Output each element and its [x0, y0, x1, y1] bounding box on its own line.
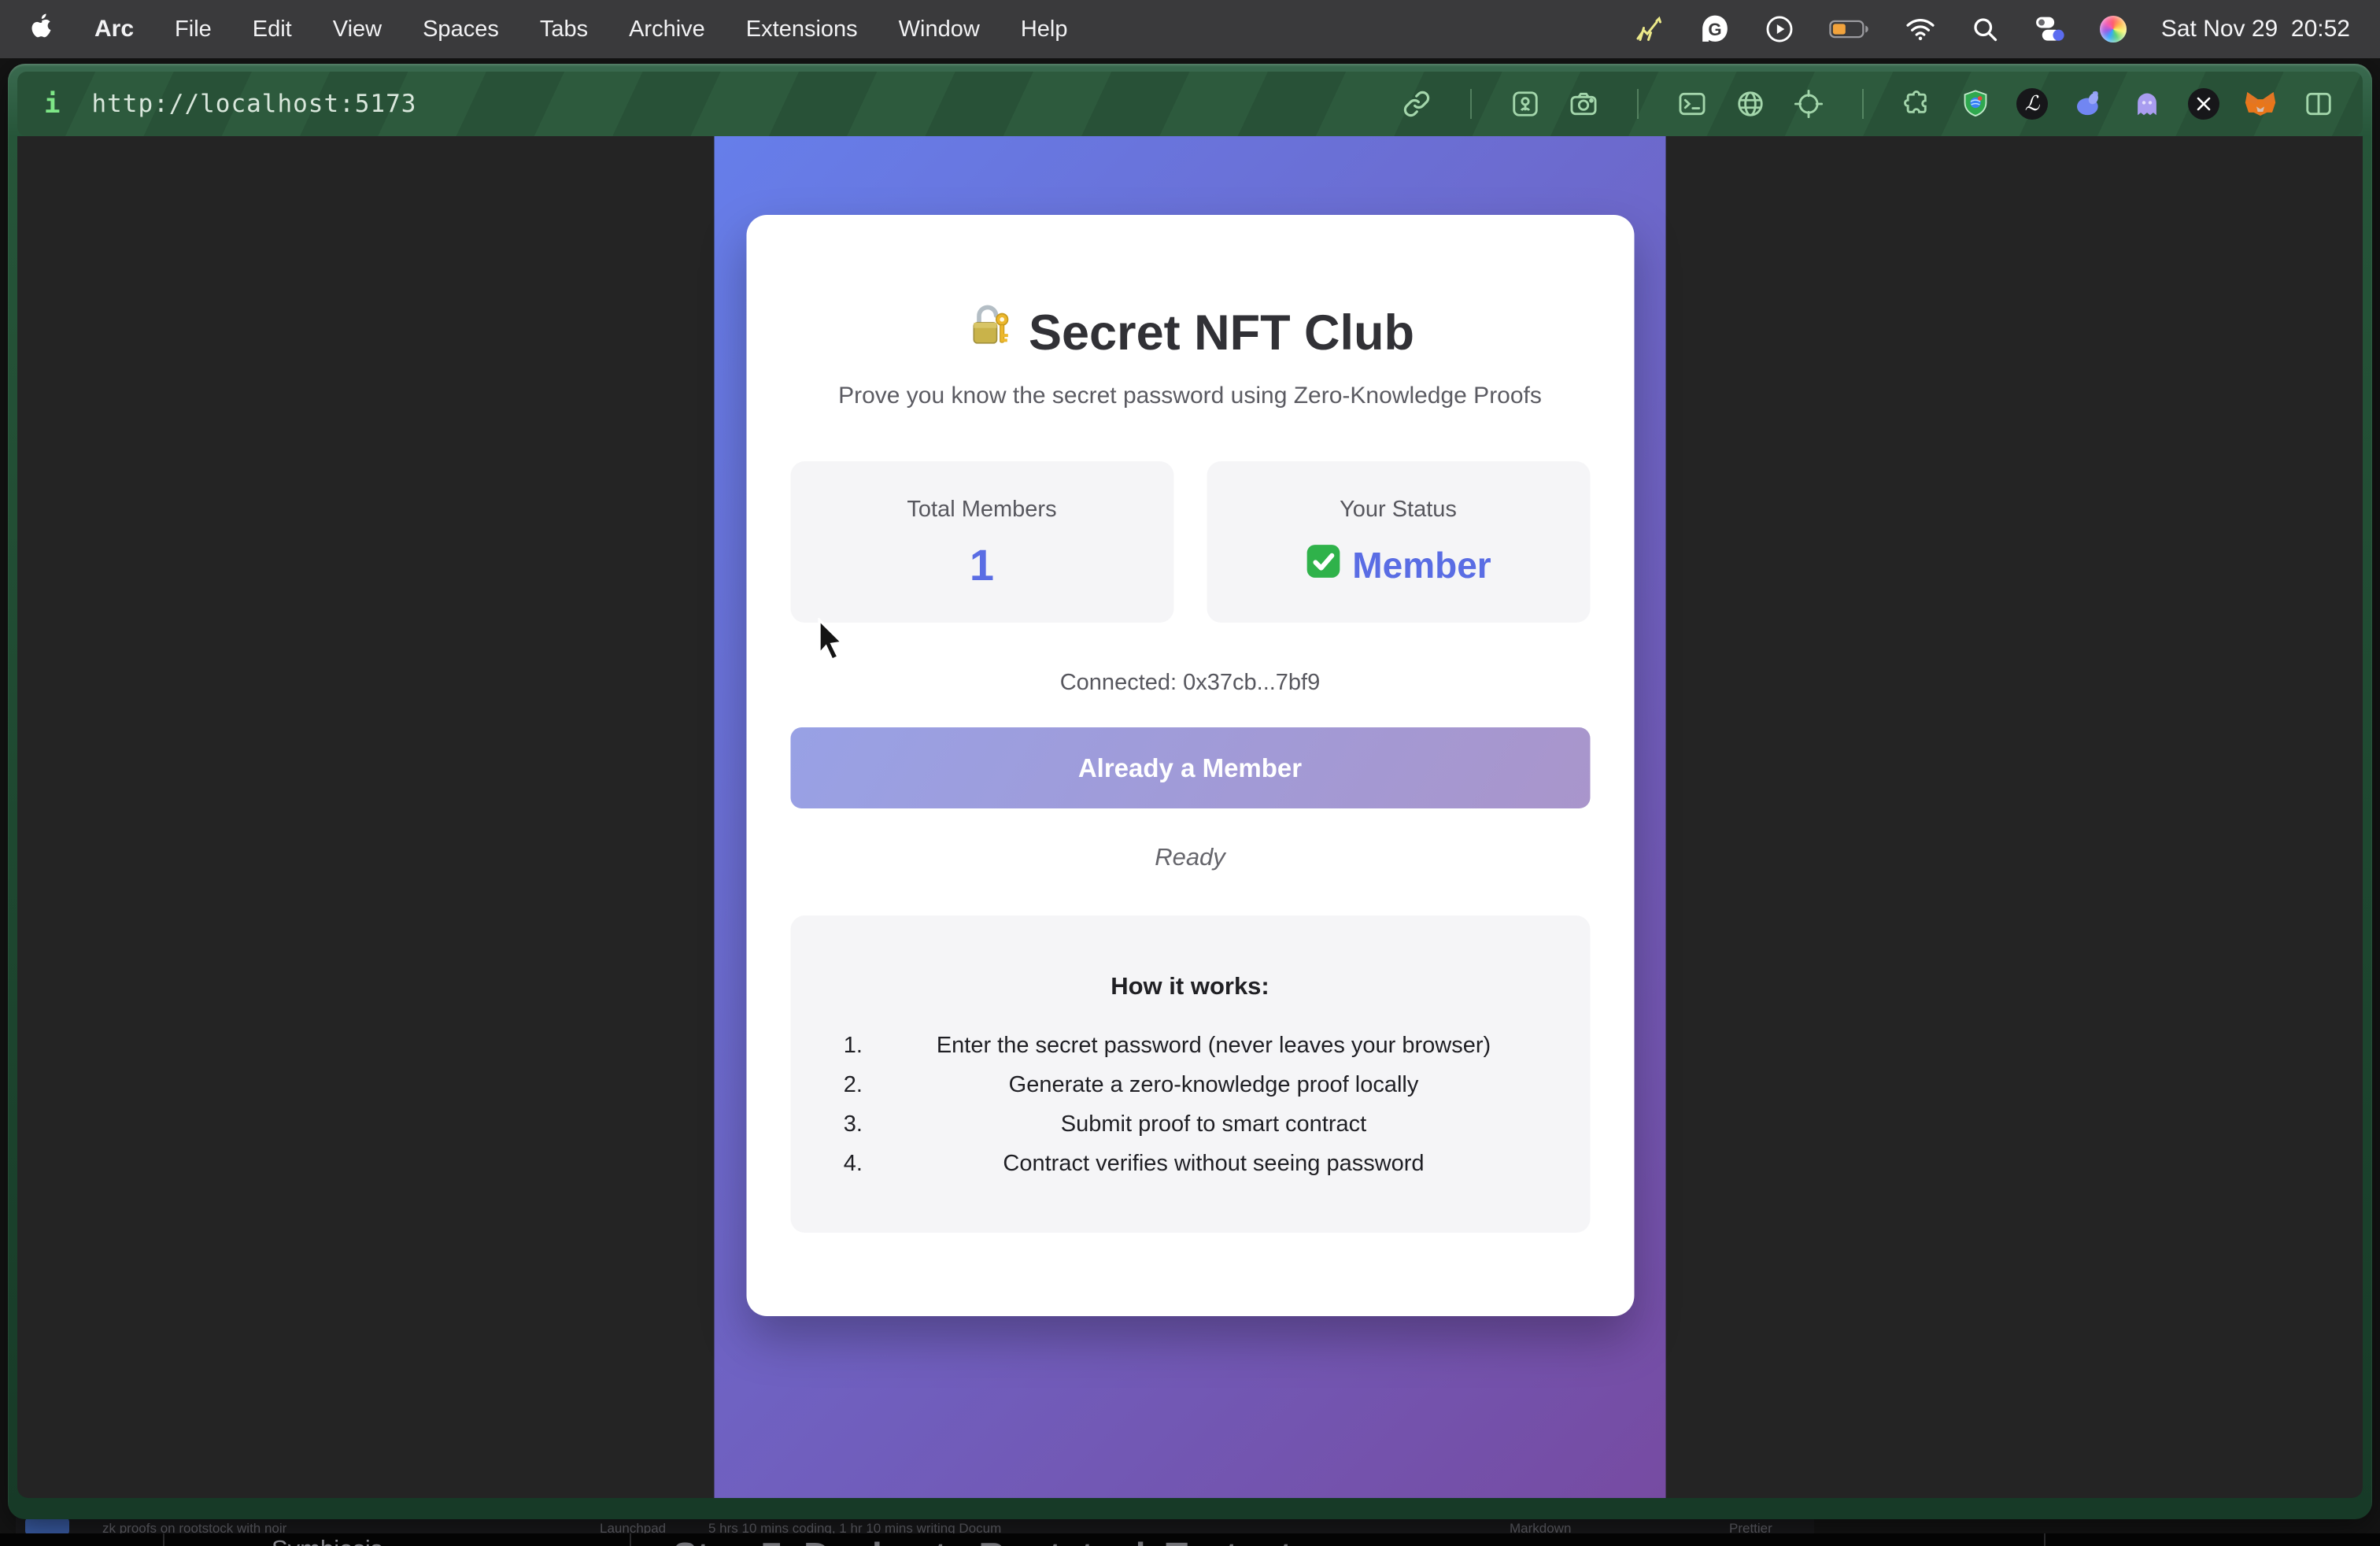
arc-browser-window: i http://localhost:5173	[8, 64, 2372, 1519]
scribe-icon[interactable]: ℒ	[2016, 88, 2048, 120]
menu-app-name[interactable]: Arc	[94, 16, 134, 43]
apple-logo-icon[interactable]	[30, 12, 54, 46]
url-text[interactable]: http://localhost:5173	[91, 90, 416, 118]
how-step-4: Contract verifies without seeing passwor…	[869, 1152, 1558, 1175]
terminal-icon[interactable]	[1675, 87, 1709, 121]
vscode-activity-badge	[25, 1518, 69, 1535]
your-status-box: Your Status Member	[1207, 461, 1590, 623]
x-app-icon[interactable]	[2188, 88, 2219, 120]
status-text: Ready	[746, 843, 1634, 871]
stats-row: Total Members 1 Your Status Member	[746, 461, 1634, 623]
menu-bar-clock[interactable]: Sat Nov 29 20:52	[2161, 16, 2350, 43]
your-status-value: Member	[1352, 544, 1491, 586]
macos-menu-bar: Arc File Edit View Spaces Tabs Archive E…	[0, 0, 2380, 58]
your-status-label: Your Status	[1340, 497, 1457, 523]
metamask-fox-icon[interactable]	[2243, 87, 2278, 121]
doc-heading: Step 7: Deploy to Rootstock Testnet	[673, 1534, 1292, 1546]
siri-icon[interactable]	[2100, 16, 2127, 43]
menu-window[interactable]: Window	[899, 17, 980, 43]
total-members-box: Total Members 1	[790, 461, 1173, 623]
adguard-shield-icon[interactable]	[1958, 87, 1993, 121]
copy-link-icon[interactable]	[1399, 87, 1434, 121]
total-members-value: 1	[970, 543, 994, 587]
page-subtitle: Prove you know the secret password using…	[746, 383, 1634, 409]
battery-icon[interactable]	[1829, 17, 1870, 41]
target-icon[interactable]	[1791, 87, 1826, 121]
site-info-icon[interactable]: i	[44, 88, 60, 120]
extensions-puzzle-icon[interactable]	[1900, 87, 1935, 121]
how-it-works-box: How it works: Enter the secret password …	[790, 915, 1590, 1233]
menu-edit[interactable]: Edit	[253, 17, 292, 43]
menu-spaces[interactable]: Spaces	[423, 17, 499, 43]
how-step-3: Submit proof to smart contract	[869, 1112, 1558, 1136]
control-center-icon[interactable]	[2034, 14, 2065, 44]
screenshot-camera-icon[interactable]	[1566, 87, 1601, 121]
menu-extensions[interactable]: Extensions	[746, 17, 858, 43]
desktop-screen: Arc File Edit View Spaces Tabs Archive E…	[0, 0, 2380, 1546]
stocks-sparkline-icon[interactable]	[1634, 15, 1665, 43]
doc-sidebar-item: Symbiosis	[272, 1535, 382, 1546]
browser-viewport: Secret NFT Club Prove you know the secre…	[17, 136, 2363, 1498]
wifi-icon[interactable]	[1905, 17, 1936, 42]
ghost-icon[interactable]	[2130, 87, 2164, 121]
globe-icon[interactable]	[1733, 87, 1768, 121]
how-step-2: Generate a zero-knowledge proof locally	[869, 1073, 1558, 1097]
url-bar[interactable]: i http://localhost:5173	[17, 72, 2363, 136]
page-gradient-background: Secret NFT Club Prove you know the secre…	[715, 136, 1666, 1498]
page-title-text: Secret NFT Club	[1029, 305, 1414, 361]
rabbit-icon[interactable]	[2071, 87, 2106, 121]
split-view-icon[interactable]	[2301, 87, 2336, 121]
menu-help[interactable]: Help	[1021, 17, 1068, 43]
total-members-label: Total Members	[907, 497, 1056, 523]
mouse-cursor	[812, 618, 847, 671]
secret-nft-club-card: Secret NFT Club Prove you know the secre…	[746, 215, 1634, 1316]
menu-file[interactable]: File	[175, 17, 212, 43]
play-circle-icon[interactable]	[1765, 14, 1794, 44]
background-doc-window: Symbiosis Step 7: Deploy to Rootstock Te…	[0, 1533, 2380, 1546]
how-it-works-heading: How it works:	[822, 972, 1558, 1000]
page-title: Secret NFT Club	[746, 303, 1634, 362]
boost-icon[interactable]	[1508, 87, 1543, 121]
how-it-works-list: Enter the secret password (never leaves …	[822, 1034, 1558, 1175]
grammarly-icon[interactable]: G	[1700, 14, 1730, 44]
menu-view[interactable]: View	[333, 17, 382, 43]
menu-tabs[interactable]: Tabs	[540, 17, 588, 43]
spotlight-search-icon[interactable]	[1971, 15, 1999, 43]
menu-archive[interactable]: Archive	[629, 17, 705, 43]
svg-text:G: G	[1708, 20, 1721, 39]
check-mark-button-icon	[1305, 543, 1341, 588]
connected-address: Connected: 0x37cb...7bf9	[746, 670, 1634, 696]
how-step-1: Enter the secret password (never leaves …	[869, 1034, 1558, 1057]
locked-with-key-icon	[966, 303, 1013, 362]
already-member-button[interactable]: Already a Member	[790, 727, 1590, 808]
